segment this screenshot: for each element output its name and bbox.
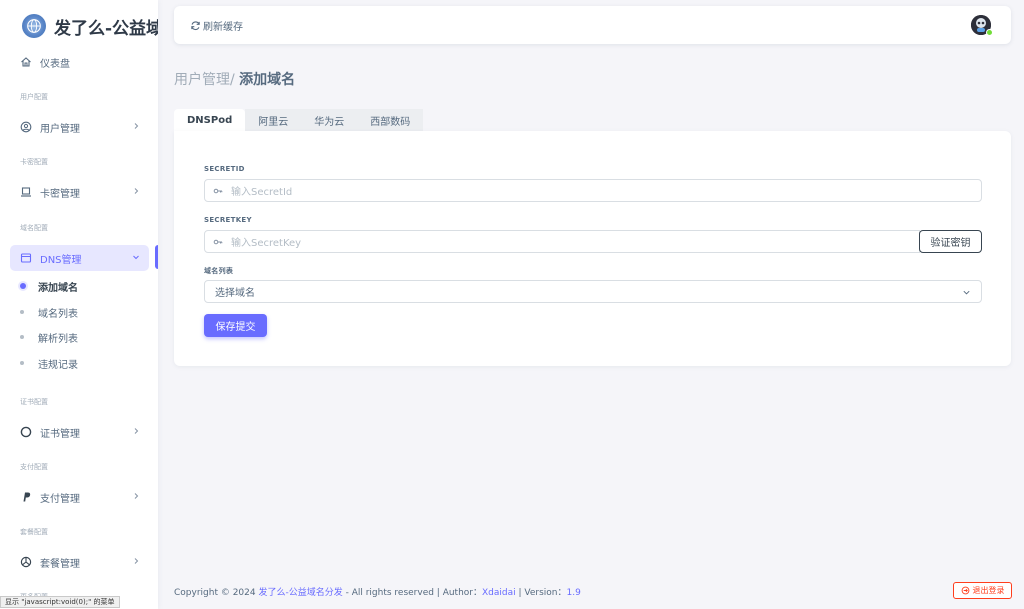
sidebar-item-label: 卡密管理: [40, 188, 80, 200]
sidebar: 发了么-公益域 仪表盘 用户配置 用户管理 卡密配置 卡密管理 域名配置 DNS…: [0, 0, 158, 609]
sidebar-subitem-domain-list[interactable]: 域名列表: [20, 303, 78, 321]
tab-dnspod[interactable]: DNSPod: [174, 109, 246, 131]
provider-tabs: DNSPod 阿里云 华为云 西部数码: [174, 109, 424, 131]
chevron-right-icon: [134, 123, 139, 129]
sidebar-subitem-label: 域名列表: [38, 308, 78, 320]
home-icon: [20, 56, 32, 68]
footer-version: 1.9: [566, 588, 581, 598]
sidebar-subitem-violations[interactable]: 违规记录: [20, 354, 78, 372]
circle-icon: [20, 426, 32, 438]
brand-name: 发了么-公益域: [54, 18, 158, 39]
chevron-down-icon: [963, 290, 970, 295]
refresh-cache-button[interactable]: 刷新缓存: [190, 18, 243, 33]
sidebar-item-label: 仪表盘: [40, 58, 70, 70]
footer-site-link[interactable]: 发了么-公益域名分发: [258, 588, 342, 598]
laptop-icon: [20, 186, 32, 198]
footer-rights: - All rights reserved | Author：: [342, 588, 482, 598]
logout-icon: [961, 586, 969, 595]
domain-list-label: 域名列表: [204, 267, 234, 275]
sidebar-subitem-label: 添加域名: [38, 282, 78, 294]
user-circle-icon: [20, 121, 32, 133]
sidebar-subitem-record-list[interactable]: 解析列表: [20, 328, 78, 346]
secretid-label: SECRETID: [204, 165, 245, 173]
menu-header-cert: 证书配置: [20, 398, 48, 406]
chevron-right-icon: [134, 428, 139, 434]
sidebar-item-label: 套餐管理: [40, 558, 80, 570]
tab-west-digital[interactable]: 西部数码: [357, 109, 424, 131]
breadcrumb-parent: 用户管理/: [174, 72, 240, 88]
sidebar-item-dashboard[interactable]: 仪表盘: [10, 49, 149, 75]
menu-header-domain: 域名配置: [20, 224, 48, 232]
key-icon: [205, 237, 231, 247]
logout-label: 退出登录: [972, 586, 1005, 595]
domain-select-value: 选择域名: [215, 288, 255, 299]
sidebar-item-dns[interactable]: DNS管理: [10, 245, 149, 271]
chevron-right-icon: [134, 188, 139, 194]
refresh-icon: [191, 21, 200, 31]
footer-copyright: Copyright © 2024: [174, 588, 259, 598]
menu-header-pay: 支付配置: [20, 463, 48, 471]
footer-author-link[interactable]: Xdaidai: [482, 588, 516, 598]
refresh-label: 刷新缓存: [203, 22, 243, 33]
window-icon: [20, 252, 32, 264]
footer: Copyright © 2024 发了么-公益域名分发 - All rights…: [174, 585, 581, 598]
menu-header-plan: 套餐配置: [20, 528, 48, 536]
save-submit-button[interactable]: 保存提交: [204, 314, 267, 337]
secretkey-field[interactable]: 输入SecretKey: [204, 230, 920, 253]
bullet-icon: [20, 283, 26, 289]
sidebar-subitem-label: 违规记录: [38, 359, 78, 371]
menu-header-user: 用户配置: [20, 93, 48, 101]
secretid-placeholder: 输入SecretId: [231, 187, 293, 198]
browser-status-bar: 显示 "javascript:void(0);" 的菜单: [0, 596, 120, 608]
logout-button[interactable]: 退出登录: [953, 582, 1012, 599]
sidebar-item-label: 用户管理: [40, 123, 80, 135]
online-status-dot: [986, 29, 993, 36]
chevron-right-icon: [134, 558, 139, 564]
sidebar-item-label: 证书管理: [40, 428, 80, 440]
chart-circle-icon: [20, 556, 32, 568]
domain-select[interactable]: 选择域名: [204, 280, 982, 303]
tab-huaweicloud[interactable]: 华为云: [301, 109, 358, 131]
sidebar-item-label: 支付管理: [40, 493, 80, 505]
secretid-field[interactable]: 输入SecretId: [204, 179, 982, 202]
menu-header-card: 卡密配置: [20, 158, 48, 166]
top-navbar: 刷新缓存: [174, 6, 1011, 44]
bullet-icon: [20, 335, 24, 339]
brand[interactable]: 发了么-公益域: [22, 12, 158, 40]
key-icon: [205, 186, 231, 196]
verify-key-button[interactable]: 验证密钥: [919, 230, 982, 253]
sidebar-item-certs[interactable]: 证书管理: [10, 419, 149, 445]
user-avatar[interactable]: [971, 15, 993, 36]
bullet-icon: [20, 361, 24, 365]
sidebar-item-plans[interactable]: 套餐管理: [10, 549, 149, 575]
add-domain-form-card: SECRETID 输入SecretId SECRETKEY 输入SecretKe…: [174, 131, 1011, 366]
paypal-icon: [20, 491, 32, 503]
breadcrumb: 用户管理/ 添加域名: [174, 69, 295, 89]
sidebar-item-cards[interactable]: 卡密管理: [10, 179, 149, 205]
tab-aliyun[interactable]: 阿里云: [245, 109, 302, 131]
footer-version-label: | Version：: [515, 588, 567, 598]
sidebar-item-payments[interactable]: 支付管理: [10, 484, 149, 510]
secretkey-label: SECRETKEY: [204, 216, 252, 224]
brand-logo-icon: [22, 14, 46, 38]
page-title: 添加域名: [239, 72, 296, 88]
secretkey-placeholder: 输入SecretKey: [231, 238, 302, 249]
chevron-down-icon: [133, 255, 139, 260]
bullet-icon: [20, 310, 24, 314]
sidebar-subitem-label: 解析列表: [38, 333, 78, 345]
sidebar-item-users[interactable]: 用户管理: [10, 114, 149, 140]
sidebar-item-label: DNS管理: [40, 254, 82, 266]
active-indicator: [155, 245, 158, 269]
sidebar-subitem-add-domain[interactable]: 添加域名: [20, 277, 78, 295]
chevron-right-icon: [134, 493, 139, 499]
